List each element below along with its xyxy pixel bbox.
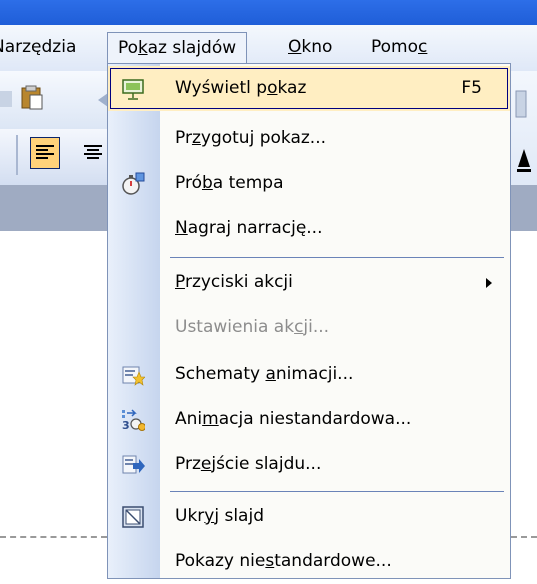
menu-item-record-narration[interactable]: Nagraj narrację... — [108, 206, 510, 251]
menu-item-custom-shows[interactable]: Pokazy niestandardowe... — [108, 539, 510, 584]
toolbar-icons — [0, 85, 108, 110]
shortcut-label: F5 — [461, 78, 482, 98]
align-left-icon — [36, 145, 54, 159]
task-pane-header-right — [510, 185, 537, 231]
menu-item-action-settings: Ustawienia akcji... — [108, 305, 510, 350]
menu-item-label: Przygotuj pokaz... — [175, 128, 326, 148]
animation-scheme-icon — [122, 366, 145, 386]
menu-item-label: Wyświetl pokaz — [175, 78, 307, 98]
svg-text:3: 3 — [122, 419, 130, 432]
align-left-button[interactable] — [30, 137, 60, 169]
slide-show-dropdown-menu: Wyświetl pokaz F5 Przygotuj pokaz... Pró… — [107, 63, 511, 579]
menu-window[interactable]: Okno — [288, 32, 332, 62]
menu-item-hide-slide[interactable]: Ukryj slajd — [108, 494, 510, 539]
toolbar-right-icons — [515, 90, 531, 172]
slide-transition-icon — [122, 455, 145, 474]
copy-icon[interactable] — [0, 91, 12, 107]
menu-item-view-show[interactable]: Wyświetl pokaz F5 — [108, 66, 510, 111]
menu-item-label: Przyciski akcji — [175, 272, 293, 292]
menu-tools[interactable]: Narzędzia — [0, 32, 76, 62]
formatting-toolbar — [0, 129, 118, 185]
toolbar-separator — [16, 135, 18, 175]
menu-item-rehearse-timings[interactable]: Próba tempa — [108, 161, 510, 206]
paste-icon[interactable] — [21, 85, 43, 110]
menu-item-label: Nagraj narrację... — [175, 218, 323, 238]
align-center-icon[interactable] — [82, 143, 106, 167]
menu-item-label: Schematy animacji... — [175, 364, 354, 384]
stopwatch-icon — [122, 172, 145, 195]
menu-slide-show[interactable]: Pokaz slajdów — [107, 32, 248, 63]
menu-item-action-buttons[interactable]: Przyciski akcji — [108, 260, 510, 305]
projector-screen-icon — [122, 79, 144, 100]
menu-item-label: Próba tempa — [175, 173, 284, 193]
menu-item-custom-animation[interactable]: 3 Animacja niestandardowa... — [108, 397, 510, 442]
menu-item-label: Ukryj slajd — [175, 506, 264, 526]
submenu-arrow-icon — [486, 278, 492, 288]
task-pane-header — [0, 185, 118, 231]
slide-placeholder-border-left — [0, 536, 107, 538]
custom-animation-icon: 3 — [122, 409, 145, 432]
menu-item-animation-schemes[interactable]: Schematy animacji... — [108, 352, 510, 397]
window-title-bar — [0, 0, 537, 25]
menu-item-set-up-show[interactable]: Przygotuj pokaz... — [108, 116, 510, 161]
menu-separator — [170, 491, 504, 492]
menu-item-label: Ustawienia akcji... — [175, 317, 330, 337]
menu-item-label: Animacja niestandardowa... — [175, 409, 412, 429]
menu-help[interactable]: Pomoc — [371, 32, 427, 62]
menu-item-slide-transition[interactable]: Przejście slajdu... — [108, 442, 510, 487]
menu-item-label: Pokazy niestandardowe... — [175, 551, 392, 571]
hide-slide-icon — [122, 506, 144, 528]
menu-item-label: Przejście slajdu... — [175, 454, 322, 474]
standard-toolbar — [0, 71, 118, 129]
slide-placeholder-border-right — [511, 536, 537, 538]
menu-separator — [170, 257, 504, 258]
